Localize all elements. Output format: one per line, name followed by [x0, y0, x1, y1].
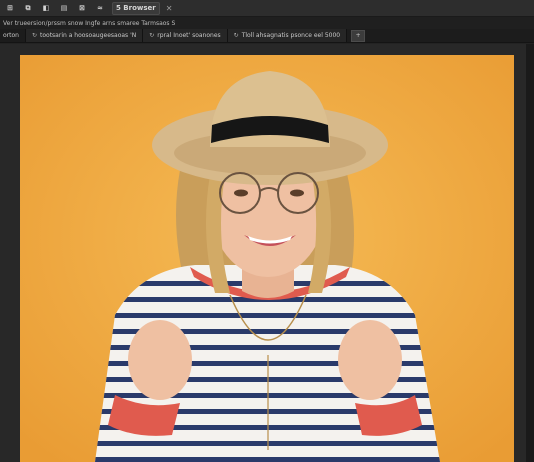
add-tab-button[interactable]: + — [351, 29, 366, 42]
tab-label: orton — [3, 32, 19, 39]
refresh-icon: ↻ — [149, 32, 155, 39]
close-icon[interactable]: ✕ — [166, 4, 173, 13]
right-hand — [338, 320, 402, 400]
top-toolbar: ⊞ ⧉ ◧ ▤ ⊠ ≈ 5 Browser ✕ — [0, 0, 534, 17]
portrait-image — [20, 55, 514, 462]
tab-first[interactable]: orton — [0, 29, 26, 42]
wave-icon[interactable]: ≈ — [94, 3, 106, 14]
grid-icon[interactable]: ⊠ — [76, 3, 88, 14]
photo-canvas[interactable] — [20, 55, 514, 462]
tab-label: rpral Inoet' soanones — [157, 32, 221, 39]
info-text: Ver trueersion/prssm snow Ingfe arns sma… — [3, 19, 176, 27]
refresh-icon: ↻ — [233, 32, 239, 39]
layout-icon[interactable]: ⊞ — [4, 3, 16, 14]
tab-3[interactable]: ↻ Tloll ahsagnatis psonce eel 5000 — [227, 29, 348, 42]
tab-label: Tloll ahsagnatis psonce eel 5000 — [241, 32, 341, 39]
tab-bar: orton ↻ tootsarin a hoosoaugeesaoas 'N ↻… — [0, 29, 534, 43]
tab-label: tootsarin a hoosoaugeesaoas 'N — [40, 32, 137, 39]
copy-icon[interactable]: ⧉ — [22, 3, 34, 14]
info-bar: Ver trueersion/prssm snow Ingfe arns sma… — [0, 17, 534, 29]
refresh-icon: ↻ — [31, 32, 37, 39]
tab-1[interactable]: ↻ tootsarin a hoosoaugeesaoas 'N — [25, 29, 144, 42]
left-hand — [128, 320, 192, 400]
tab-2[interactable]: ↻ rpral Inoet' soanones — [143, 29, 228, 42]
split-view-icon[interactable]: ◧ — [40, 3, 52, 14]
right-panel-edge — [526, 44, 534, 462]
photo-editor-window: ⊞ ⧉ ◧ ▤ ⊠ ≈ 5 Browser ✕ Ver trueersion/p… — [0, 0, 534, 462]
list-icon[interactable]: ▤ — [58, 3, 70, 14]
browser-button[interactable]: 5 Browser — [112, 1, 160, 15]
